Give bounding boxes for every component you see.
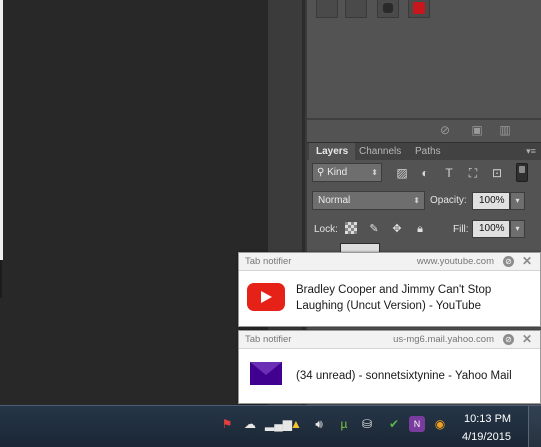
lock-label: Lock: bbox=[314, 224, 338, 235]
flag-icon[interactable]: ⚑ bbox=[219, 416, 235, 432]
clock-date[interactable]: 4/19/2015 bbox=[462, 431, 511, 443]
smart-object-filter-icon[interactable]: ⊡ bbox=[489, 165, 505, 181]
google-drive-icon[interactable]: ▲ bbox=[288, 416, 304, 432]
volume-icon[interactable]: 🔊︎ bbox=[311, 416, 327, 432]
document-canvas-edge bbox=[0, 0, 3, 260]
upper-panel-body bbox=[307, 22, 541, 118]
brush-lock-icon[interactable]: ✎ bbox=[367, 222, 381, 236]
notification-title-line-1: Bradley Cooper and Jimmy Can't Stop bbox=[296, 284, 492, 296]
usb-icon[interactable]: ⛁ bbox=[359, 416, 375, 432]
onenote-icon[interactable]: N bbox=[409, 416, 425, 432]
fill-field[interactable]: 100% bbox=[472, 220, 510, 238]
opacity-field[interactable]: 100% bbox=[472, 192, 510, 210]
notification-title-line-1: (34 unread) - sonnetsixtynine - Yahoo Ma… bbox=[296, 370, 512, 382]
notification-app-name: Tab notifier bbox=[245, 334, 292, 345]
shape-layer-filter-icon[interactable]: ⛶ bbox=[465, 165, 481, 181]
notification-body[interactable]: (34 unread) - sonnetsixtynine - Yahoo Ma… bbox=[239, 349, 540, 403]
lock-transparent-pixels-icon[interactable] bbox=[345, 222, 357, 234]
mute-icon[interactable]: ⊘ bbox=[503, 334, 514, 345]
notification-title-line-2: Laughing (Uncut Version) - YouTube bbox=[296, 300, 481, 312]
tab-layers[interactable]: Layers bbox=[309, 143, 356, 161]
youtube-icon bbox=[247, 283, 285, 311]
swatch-dark[interactable] bbox=[377, 0, 399, 18]
new-item-icon[interactable]: ▣ bbox=[470, 123, 484, 137]
clock-time[interactable]: 10:13 PM bbox=[464, 413, 511, 425]
notification-source: www.youtube.com bbox=[416, 256, 494, 267]
no-entry-icon[interactable]: ⊘ bbox=[438, 123, 452, 137]
upper-panel-footer: ⊘ ▣ ▥ bbox=[307, 120, 541, 140]
kind-label: Kind bbox=[327, 167, 348, 178]
adjustment-layer-filter-icon[interactable]: ◐ bbox=[417, 165, 433, 181]
notification-source: us-mg6.mail.yahoo.com bbox=[393, 334, 494, 345]
network-bars-icon[interactable]: ▂▄▆ bbox=[265, 416, 292, 432]
orange-circle-icon[interactable]: ◉ bbox=[432, 416, 448, 432]
updown-arrows-icon: ⬍ bbox=[413, 196, 420, 205]
notification-body[interactable]: Bradley Cooper and Jimmy Can't Stop Laug… bbox=[239, 271, 540, 325]
padlock-icon[interactable]: 🔒︎ bbox=[413, 222, 427, 236]
panel-menu-icon[interactable]: ▾≡ bbox=[525, 145, 537, 157]
opacity-label: Opacity: bbox=[430, 195, 467, 206]
filter-toggle-switch[interactable] bbox=[516, 163, 528, 182]
move-lock-icon[interactable]: ✥ bbox=[390, 222, 404, 236]
tab-channels[interactable]: Channels bbox=[352, 143, 408, 161]
filter-kind-select[interactable]: ⚲ Kind ⬍ bbox=[312, 163, 382, 182]
yahoo-mail-icon bbox=[250, 362, 282, 385]
notification-header: Tab notifier us-mg6.mail.yahoo.com ⊘ ✕ bbox=[239, 331, 540, 349]
mute-icon[interactable]: ⊘ bbox=[503, 256, 514, 267]
swatches-row bbox=[307, 0, 541, 22]
notification-header: Tab notifier www.youtube.com ⊘ ✕ bbox=[239, 253, 540, 271]
shield-check-icon[interactable]: ✔ bbox=[386, 416, 402, 432]
updown-arrows-icon: ⬍ bbox=[371, 168, 378, 177]
tab-paths[interactable]: Paths bbox=[408, 143, 448, 161]
notification-app-name: Tab notifier bbox=[245, 256, 292, 267]
notification-youtube[interactable]: Tab notifier www.youtube.com ⊘ ✕ Bradley… bbox=[238, 252, 541, 327]
type-layer-filter-icon[interactable]: T bbox=[441, 165, 457, 181]
fill-dropdown-button[interactable]: ▾ bbox=[510, 220, 525, 238]
fill-label: Fill: bbox=[453, 224, 469, 235]
search-icon: ⚲ bbox=[317, 167, 328, 178]
utorrent-icon[interactable]: µ bbox=[336, 416, 352, 432]
show-desktop-button[interactable] bbox=[528, 406, 541, 447]
close-icon[interactable]: ✕ bbox=[521, 332, 533, 346]
pixel-layer-filter-icon[interactable]: ▨ bbox=[394, 165, 410, 181]
blend-mode-select[interactable]: Normal ⬍ bbox=[312, 191, 425, 210]
swatch-empty-2[interactable] bbox=[345, 0, 367, 18]
trash-icon[interactable]: ▥ bbox=[498, 123, 512, 137]
document-canvas-area[interactable] bbox=[0, 0, 268, 405]
layers-panel-tabs: Layers Channels Paths ▾≡ bbox=[307, 142, 541, 161]
close-icon[interactable]: ✕ bbox=[521, 254, 533, 268]
swatch-empty-1[interactable] bbox=[316, 0, 338, 18]
swatch-red[interactable] bbox=[408, 0, 430, 18]
blend-mode-value: Normal bbox=[318, 195, 351, 206]
cloud-icon[interactable]: ☁ bbox=[242, 416, 258, 432]
opacity-dropdown-button[interactable]: ▾ bbox=[510, 192, 525, 210]
canvas-shadow bbox=[0, 260, 2, 298]
notification-yahoo-mail[interactable]: Tab notifier us-mg6.mail.yahoo.com ⊘ ✕ (… bbox=[238, 330, 541, 404]
